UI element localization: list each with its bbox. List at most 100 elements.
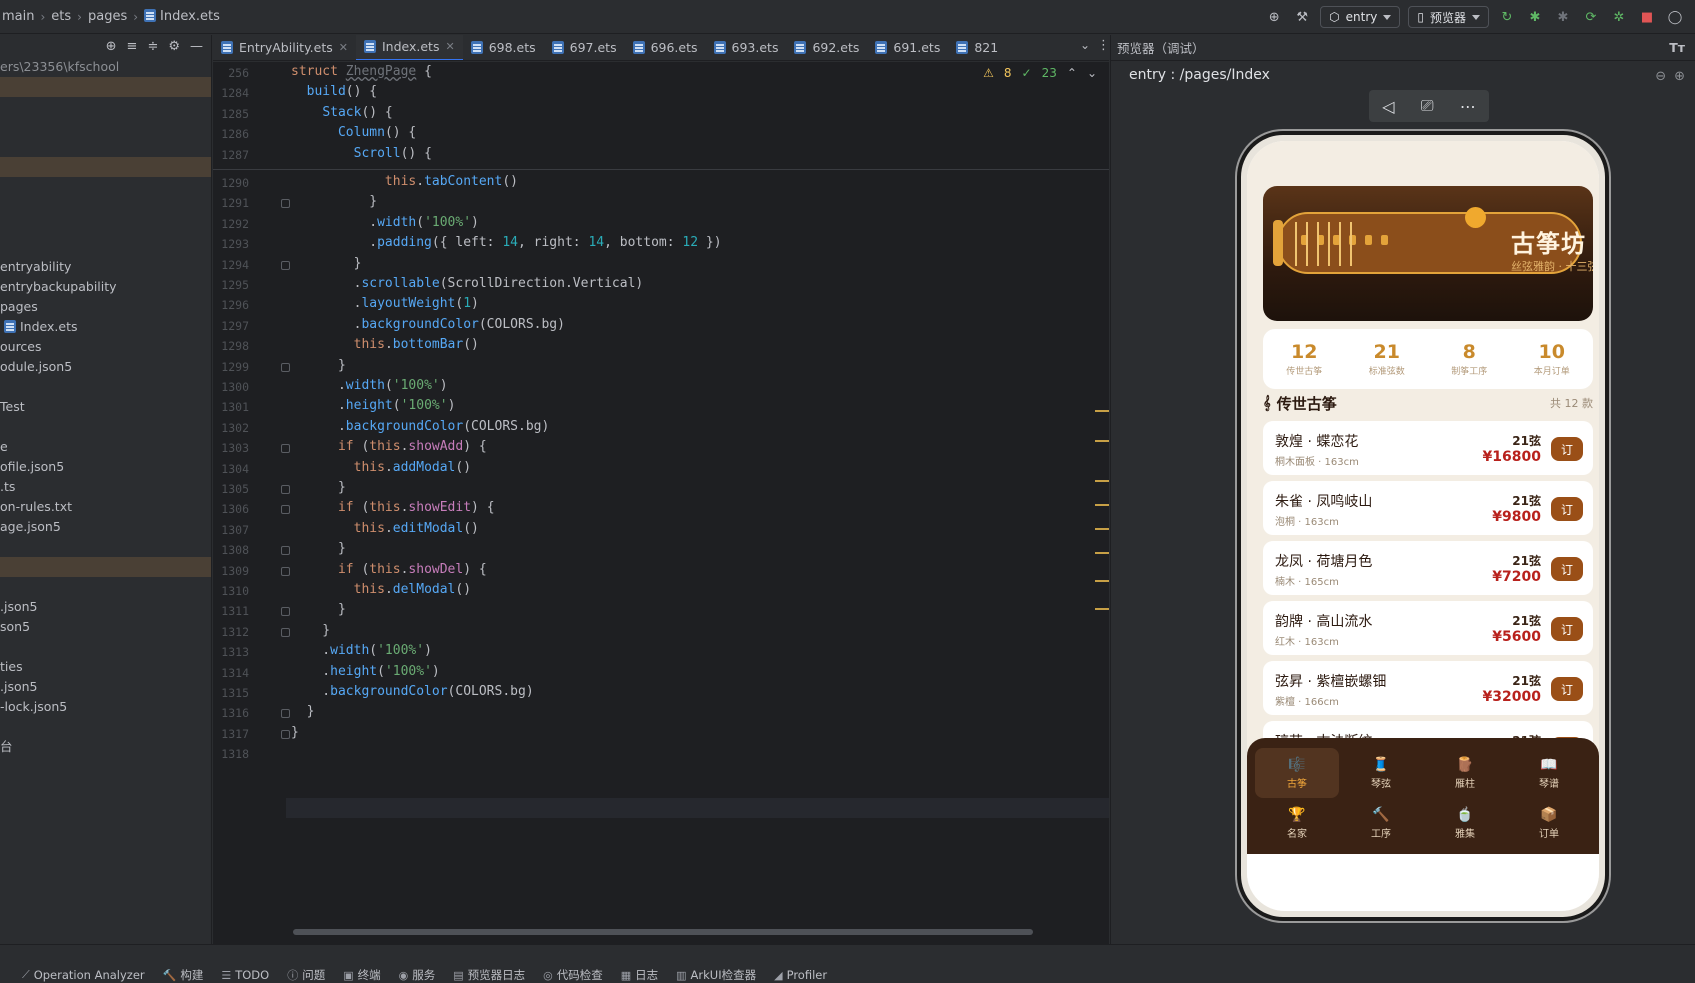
rotate-icon[interactable]: ⎚ xyxy=(1421,96,1434,116)
warning-stripe[interactable] xyxy=(1095,410,1109,412)
code-line[interactable]: this.editModal() xyxy=(291,521,479,536)
bottom-nav-item[interactable]: 📦 订单 xyxy=(1507,798,1591,848)
tree-item[interactable]: .json5 xyxy=(0,677,211,697)
profile-icon[interactable]: ✲ xyxy=(1609,7,1629,27)
tree-item[interactable]: son5 xyxy=(0,617,211,637)
collapse-all-icon[interactable]: ≑ xyxy=(147,39,158,54)
code-line[interactable]: this.delModal() xyxy=(291,582,471,597)
more-options-icon[interactable]: ⋮ xyxy=(1097,38,1110,53)
breadcrumb-item[interactable]: main xyxy=(0,9,36,24)
breadcrumb-item[interactable]: ets xyxy=(49,9,73,24)
tree-item[interactable]: .json5 xyxy=(0,597,211,617)
warning-stripe[interactable] xyxy=(1095,528,1109,530)
tool-window-button[interactable]: ◉ 服务 xyxy=(399,967,436,983)
tree-item[interactable]: .ts xyxy=(0,477,211,497)
tree-item[interactable]: ofile.json5 xyxy=(0,457,211,477)
expand-all-icon[interactable]: ≡ xyxy=(127,39,138,54)
code-line[interactable]: Column() { xyxy=(291,125,416,140)
tree-item[interactable] xyxy=(0,637,211,657)
module-selector[interactable]: ⬡ entry xyxy=(1320,6,1401,28)
minimize-icon[interactable]: — xyxy=(190,39,203,54)
tool-window-button[interactable]: ▥ ArkUI检查器 xyxy=(676,967,756,983)
tree-item[interactable]: on-rules.txt xyxy=(0,497,211,517)
zheng-list-item[interactable]: 朱雀 · 凤鸣岐山 泡桐 · 163cm 21弦 ¥9800 订 xyxy=(1263,481,1593,535)
tree-item[interactable] xyxy=(0,97,211,117)
code-line[interactable]: } xyxy=(291,602,346,617)
order-button[interactable]: 订 xyxy=(1551,497,1583,521)
code-line[interactable]: .scrollable(ScrollDirection.Vertical) xyxy=(291,276,644,291)
breadcrumb-item[interactable]: pages xyxy=(86,9,129,24)
editor-tab[interactable]: 698.ets xyxy=(463,35,544,60)
tree-item[interactable]: entryability xyxy=(0,257,211,277)
order-button[interactable]: 订 xyxy=(1551,677,1583,701)
fold-marker-icon[interactable] xyxy=(281,546,290,556)
fold-marker-icon[interactable] xyxy=(281,260,290,270)
tree-item[interactable]: -lock.json5 xyxy=(0,697,211,717)
fold-marker-icon[interactable] xyxy=(281,199,290,209)
warning-stripe[interactable] xyxy=(1095,480,1109,482)
back-icon[interactable]: ◁ xyxy=(1382,97,1394,116)
tree-item[interactable] xyxy=(0,537,211,557)
editor-tab[interactable]: 693.ets xyxy=(706,35,787,60)
code-line[interactable]: .padding({ left: 14, right: 14, bottom: … xyxy=(291,235,721,250)
tree-item[interactable] xyxy=(0,377,211,397)
hammer-icon[interactable]: ⚒ xyxy=(1292,7,1312,27)
zoom-out-icon[interactable]: ⊖ xyxy=(1655,69,1666,84)
code-line[interactable]: } xyxy=(291,623,330,638)
fold-marker-icon[interactable] xyxy=(281,444,290,454)
code-line[interactable]: this.tabContent() xyxy=(291,174,518,189)
bottom-nav-item[interactable]: 🎼 古筝 xyxy=(1255,748,1339,798)
debug-icon[interactable]: ✱ xyxy=(1525,7,1545,27)
tree-item[interactable]: e xyxy=(0,437,211,457)
editor-tab[interactable]: 697.ets xyxy=(544,35,625,60)
tool-window-button[interactable]: ▦ 日志 xyxy=(621,967,658,983)
bottom-nav-item[interactable]: 📖 琴谱 xyxy=(1507,748,1591,798)
code-line[interactable]: .width('100%') xyxy=(291,643,432,658)
zheng-list-item[interactable]: 敦煌 · 蝶恋花 桐木面板 · 163cm 21弦 ¥16800 订 xyxy=(1263,421,1593,475)
code-line[interactable]: } xyxy=(291,541,346,556)
tree-item[interactable]: entrybackupability xyxy=(0,277,211,297)
zoom-in-icon[interactable]: ⊕ xyxy=(1674,69,1685,84)
fold-marker-icon[interactable] xyxy=(281,566,290,576)
tree-item[interactable]: 台 xyxy=(0,737,211,757)
code-line[interactable]: } xyxy=(291,256,362,271)
code-line[interactable]: .backgroundColor(COLORS.bg) xyxy=(291,684,533,699)
code-line[interactable]: .backgroundColor(COLORS.bg) xyxy=(291,317,565,332)
editor-tab[interactable]: EntryAbility.ets ✕ xyxy=(213,35,356,60)
code-line[interactable]: } xyxy=(291,725,299,740)
warning-stripe[interactable] xyxy=(1095,608,1109,610)
order-button[interactable]: 订 xyxy=(1551,557,1583,581)
target-icon[interactable]: ⊕ xyxy=(1264,7,1284,27)
rerun-icon[interactable]: ↻ xyxy=(1497,7,1517,27)
tree-item[interactable] xyxy=(0,217,211,237)
zheng-list-item[interactable]: 韵牌 · 高山流水 红木 · 163cm 21弦 ¥5600 订 xyxy=(1263,601,1593,655)
editor-tab[interactable]: 691.ets xyxy=(867,35,948,60)
warning-stripe[interactable] xyxy=(1095,552,1109,554)
code-line[interactable]: .width('100%') xyxy=(291,215,479,230)
tree-item[interactable] xyxy=(0,117,211,137)
code-line[interactable]: this.bottomBar() xyxy=(291,337,479,352)
close-icon[interactable]: ✕ xyxy=(445,40,454,53)
warning-stripe[interactable] xyxy=(1095,580,1109,582)
bottom-nav-item[interactable]: 🔨 工序 xyxy=(1339,798,1423,848)
tool-window-button[interactable]: ▤ 预览器日志 xyxy=(453,967,525,983)
chevron-down-icon[interactable]: ⌄ xyxy=(1087,66,1097,80)
order-button[interactable]: 订 xyxy=(1551,437,1583,461)
code-line[interactable]: } xyxy=(291,358,346,373)
code-line[interactable]: } xyxy=(291,194,377,209)
tree-item[interactable] xyxy=(0,417,211,437)
tree-item[interactable] xyxy=(0,197,211,217)
code-line[interactable]: .height('100%') xyxy=(291,664,439,679)
bottom-nav-item[interactable]: 🪵 雁柱 xyxy=(1423,748,1507,798)
fold-marker-icon[interactable] xyxy=(281,485,290,494)
tree-item[interactable]: odule.json5 xyxy=(0,357,211,377)
inspection-widget[interactable]: ⚠ 8 ✓ 23 ⌃ ⌄ xyxy=(983,66,1097,80)
breadcrumb-item[interactable]: Index.ets xyxy=(142,9,222,24)
code-line[interactable]: Stack() { xyxy=(291,105,392,120)
tool-window-button[interactable]: ◎ 代码检查 xyxy=(543,967,603,983)
tree-item[interactable]: age.json5 xyxy=(0,517,211,537)
tree-item[interactable] xyxy=(0,717,211,737)
tree-item[interactable] xyxy=(0,177,211,197)
editor-tab[interactable]: 821 xyxy=(948,35,1006,60)
device-selector[interactable]: ▯ 预览器 xyxy=(1408,6,1489,28)
